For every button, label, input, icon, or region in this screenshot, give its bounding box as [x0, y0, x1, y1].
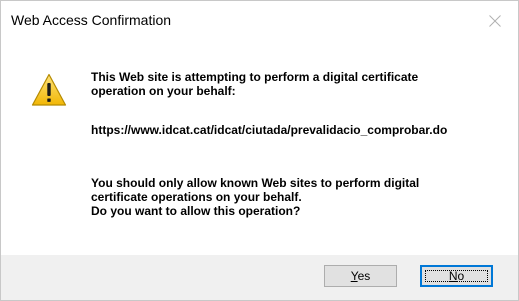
message-warning-line-1: You should only allow known Web sites to… [91, 176, 420, 190]
window-title: Web Access Confirmation [11, 12, 172, 28]
title-bar: Web Access Confirmation [1, 1, 518, 42]
button-bar: Yes No [1, 255, 518, 300]
message-warning: You should only allow known Web sites to… [91, 176, 419, 218]
yes-button[interactable]: Yes [324, 265, 397, 287]
close-button[interactable] [472, 1, 518, 42]
message-intro-line-2: operation on your behalf: [91, 84, 236, 98]
message-intro-line-1: This Web site is attempting to perform a… [91, 70, 419, 84]
site-url: https://www.idcat.cat/idcat/ciutada/prev… [91, 123, 448, 137]
warning-icon [31, 73, 67, 106]
message-area: This Web site is attempting to perform a… [1, 42, 518, 255]
yes-label-rest: es [357, 269, 371, 283]
focus-rectangle [425, 270, 488, 282]
close-icon [489, 15, 501, 27]
web-access-confirmation-dialog: Web Access Confirmation This Web site is… [0, 0, 519, 301]
message-question: Do you want to allow this operation? [91, 204, 301, 218]
yes-accel-key: Y [350, 269, 358, 283]
message-warning-line-2: certificate operations on your behalf. [91, 190, 302, 204]
no-button[interactable]: No [420, 265, 493, 287]
message-intro: This Web site is attempting to perform a… [91, 70, 418, 98]
